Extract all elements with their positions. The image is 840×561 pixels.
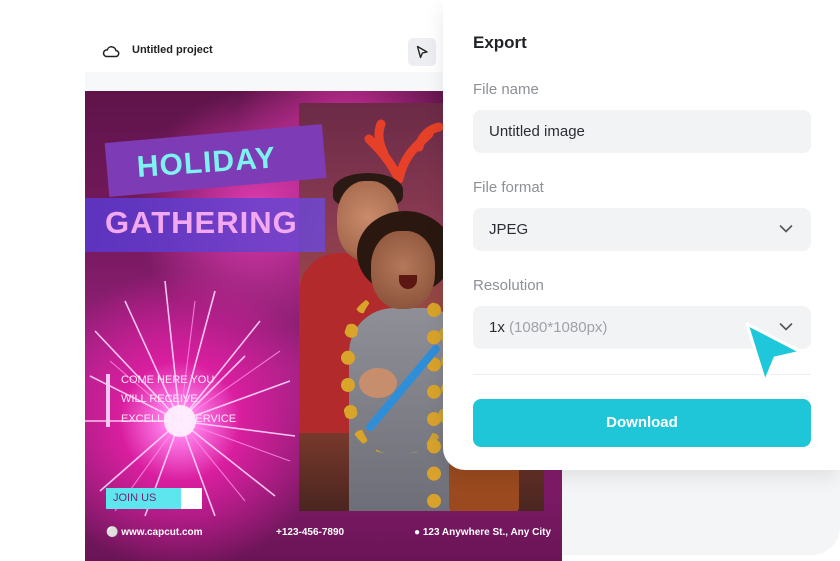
poster-title-line2[interactable]: GATHERING: [105, 205, 298, 241]
poster-website[interactable]: ⚪ www.capcut.com: [106, 527, 203, 538]
resolution-value: 1x (1080*1080px): [489, 319, 608, 336]
join-us-badge[interactable]: JOIN US: [106, 488, 202, 509]
canvas-top-margin: [85, 72, 444, 91]
file-name-value: Untitled image: [489, 123, 585, 140]
project-name[interactable]: Untitled project: [132, 44, 213, 56]
pointer-cursor-icon: [745, 322, 803, 384]
tagline-line1[interactable]: COME HERE YOU: [121, 374, 214, 386]
location-pin-icon: ●: [414, 527, 421, 538]
cloud-icon[interactable]: [102, 43, 120, 59]
woman-hand: [359, 368, 397, 398]
file-format-label: File format: [473, 179, 544, 196]
export-panel: Export File name Untitled image File for…: [443, 0, 840, 470]
cursor-tool-button[interactable]: [408, 38, 436, 66]
resolution-hint: (1080*1080px): [509, 319, 608, 336]
file-format-select[interactable]: JPEG: [473, 208, 811, 251]
globe-icon: ⚪: [106, 527, 119, 538]
tagline-line3[interactable]: EXCELLENT SERVICE: [121, 413, 236, 425]
join-us-label: JOIN US: [113, 492, 157, 504]
file-format-value: JPEG: [489, 221, 529, 238]
file-name-input[interactable]: Untitled image: [473, 110, 811, 153]
editor-topbar: Untitled project: [85, 30, 444, 73]
chevron-down-icon: [779, 225, 793, 233]
woman-face: [371, 231, 435, 309]
tagline-accent-bar: [106, 374, 110, 427]
poster-phone[interactable]: +123-456-7890: [276, 527, 344, 538]
cursor-icon: [416, 45, 428, 59]
tagline-line2[interactable]: WILL RECEIVE: [121, 393, 198, 405]
firework-graphic: [85, 280, 296, 517]
file-name-label: File name: [473, 81, 539, 98]
poster-address[interactable]: ● 123 Anywhere St., Any City: [414, 527, 551, 538]
download-button[interactable]: Download: [473, 399, 811, 447]
resolution-label: Resolution: [473, 277, 544, 294]
export-title: Export: [473, 33, 527, 52]
